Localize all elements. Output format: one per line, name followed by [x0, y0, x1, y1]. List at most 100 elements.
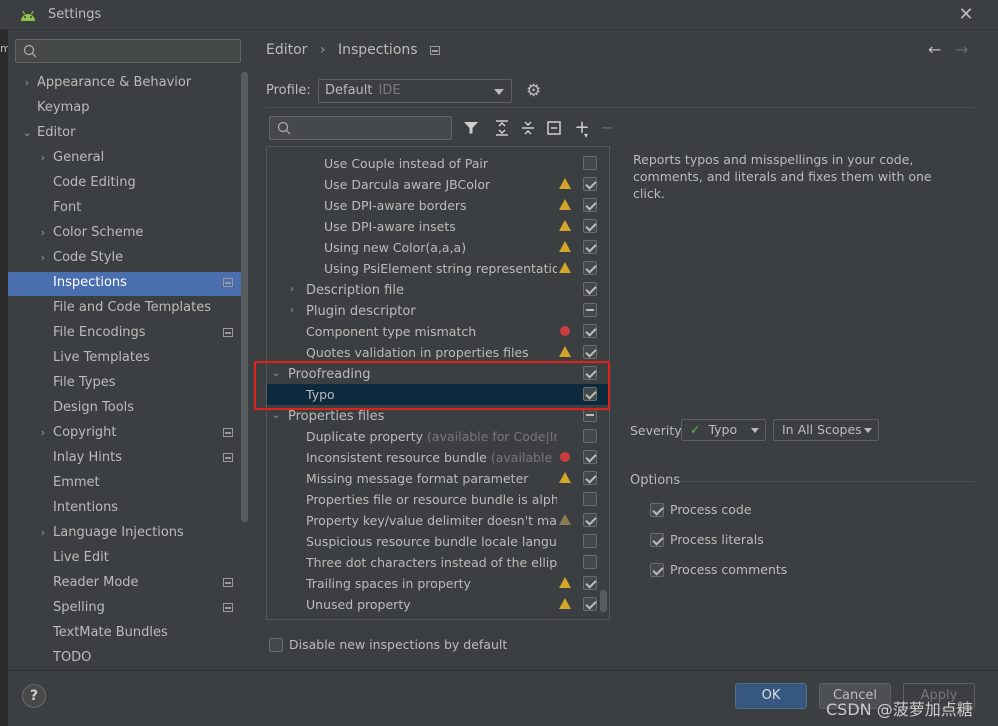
- close-icon[interactable]: ✕: [955, 4, 977, 26]
- collapse-all-icon[interactable]: [518, 118, 538, 138]
- gear-icon[interactable]: ⚙: [526, 82, 544, 100]
- sidebar-item-editor[interactable]: ⌄ Editor: [22, 121, 75, 145]
- inspection-checkbox[interactable]: [583, 450, 597, 464]
- process-literals-checkbox[interactable]: [650, 533, 664, 547]
- inspection-checkbox[interactable]: [583, 555, 597, 569]
- inspection-checkbox[interactable]: [583, 429, 597, 443]
- inspection-row[interactable]: Properties file or resource bundle is al…: [267, 489, 609, 510]
- sidebar-item-general[interactable]: › General: [41, 146, 104, 170]
- inspection-checkbox[interactable]: [583, 282, 597, 296]
- sidebar-item-live-templates[interactable]: Live Templates: [53, 346, 150, 370]
- sidebar-item-appearance-behavior[interactable]: › Appearance & Behavior: [25, 71, 191, 95]
- profile-dropdown[interactable]: Default IDE: [318, 79, 512, 103]
- inspection-row[interactable]: Missing message format parameter: [267, 468, 609, 489]
- sidebar-item-design-tools[interactable]: Design Tools: [53, 396, 134, 420]
- inspection-checkbox[interactable]: [583, 513, 597, 527]
- inspection-row[interactable]: Quotes validation in properties files: [267, 342, 609, 363]
- ok-button[interactable]: OK: [735, 683, 807, 709]
- chevron-right-icon[interactable]: ›: [290, 300, 294, 321]
- forward-arrow-icon[interactable]: →: [955, 40, 968, 59]
- inspection-label: Three dot characters instead of the elli…: [306, 552, 557, 573]
- sidebar-item-textmate-bundles[interactable]: TextMate Bundles: [53, 621, 168, 645]
- sidebar-item-inlay-hints[interactable]: Inlay Hints: [53, 446, 122, 470]
- sidebar-item-copyright[interactable]: › Copyright: [41, 421, 117, 445]
- inspection-filter-input[interactable]: [269, 116, 452, 140]
- disable-new-inspections-checkbox[interactable]: [269, 638, 283, 652]
- inspection-checkbox[interactable]: [583, 576, 597, 590]
- inspection-checkbox[interactable]: [583, 177, 597, 191]
- inspection-row[interactable]: Use DPI-aware borders: [267, 195, 609, 216]
- inspection-label: Unused property: [306, 594, 557, 615]
- sidebar-item-emmet[interactable]: Emmet: [53, 471, 100, 495]
- chevron-right-icon[interactable]: ›: [37, 421, 49, 445]
- inspection-checkbox[interactable]: [583, 198, 597, 212]
- remove-icon[interactable]: −: [597, 118, 617, 138]
- sidebar-item-reader-mode[interactable]: Reader Mode: [53, 571, 139, 595]
- warning-icon: [559, 262, 571, 273]
- chevron-right-icon[interactable]: ›: [37, 221, 49, 245]
- inspection-checkbox[interactable]: [583, 324, 597, 338]
- reset-icon[interactable]: [544, 118, 564, 138]
- chevron-right-icon[interactable]: ›: [37, 146, 49, 170]
- inspection-row[interactable]: Duplicate property(available for Code|In…: [267, 426, 609, 447]
- inspection-row[interactable]: › Plugin descriptor: [267, 300, 609, 321]
- inspection-row[interactable]: Use Couple instead of Pair: [267, 153, 609, 174]
- sidebar-scrollbar[interactable]: [241, 72, 248, 522]
- sidebar-search-input[interactable]: [15, 39, 241, 63]
- inspection-row[interactable]: Unused property: [267, 594, 609, 615]
- inspection-checkbox[interactable]: [583, 156, 597, 170]
- inspection-row[interactable]: Use DPI-aware insets: [267, 216, 609, 237]
- inspection-checkbox[interactable]: [583, 492, 597, 506]
- inspection-row[interactable]: Using new Color(a,a,a): [267, 237, 609, 258]
- inspection-row[interactable]: Suspicious resource bundle locale langua…: [267, 531, 609, 552]
- help-button[interactable]: ?: [22, 684, 46, 708]
- sidebar-item-color-scheme[interactable]: › Color Scheme: [41, 221, 144, 245]
- sidebar-item-file-types[interactable]: File Types: [53, 371, 116, 395]
- chevron-right-icon[interactable]: ›: [37, 246, 49, 270]
- sidebar-item-language-injections[interactable]: › Language Injections: [41, 521, 184, 545]
- sidebar-item-todo[interactable]: TODO: [53, 646, 91, 670]
- filter-icon[interactable]: [461, 118, 481, 138]
- chevron-right-icon[interactable]: ›: [21, 71, 33, 95]
- sidebar-item-intentions[interactable]: Intentions: [53, 496, 118, 520]
- inspection-row[interactable]: Use Darcula aware JBColor: [267, 174, 609, 195]
- process-comments-checkbox[interactable]: [650, 563, 664, 577]
- sidebar-item-code-style[interactable]: › Code Style: [41, 246, 123, 270]
- chevron-down-icon[interactable]: ⌄: [21, 121, 33, 145]
- tree-scrollbar[interactable]: [600, 590, 607, 612]
- sidebar-item-file-encodings[interactable]: File Encodings: [53, 321, 146, 345]
- inspection-label: Use Darcula aware JBColor: [324, 174, 557, 195]
- inspection-checkbox[interactable]: [583, 408, 597, 422]
- chevron-right-icon[interactable]: ›: [290, 279, 294, 300]
- inspection-checkbox[interactable]: [583, 534, 597, 548]
- sidebar-item-label: Font: [53, 200, 82, 215]
- scope-dropdown[interactable]: In All Scopes: [773, 419, 879, 441]
- sidebar-item-spelling[interactable]: Spelling: [53, 596, 105, 620]
- sidebar-item-code-editing[interactable]: Code Editing: [53, 171, 136, 195]
- expand-all-icon[interactable]: [492, 118, 512, 138]
- sidebar-item-file-and-code-templates[interactable]: File and Code Templates: [53, 296, 211, 320]
- inspection-checkbox[interactable]: [583, 597, 597, 611]
- inspection-checkbox[interactable]: [583, 240, 597, 254]
- inspection-row[interactable]: › Description file: [267, 279, 609, 300]
- inspection-row[interactable]: Property key/value delimiter doesn't mat…: [267, 510, 609, 531]
- inspection-checkbox[interactable]: [583, 303, 597, 317]
- sidebar-item-inspections[interactable]: Inspections: [53, 271, 127, 295]
- sidebar-item-keymap[interactable]: Keymap: [37, 96, 89, 120]
- back-arrow-icon[interactable]: ←: [928, 40, 941, 59]
- process-code-checkbox[interactable]: [650, 503, 664, 517]
- inspection-checkbox[interactable]: [583, 261, 597, 275]
- breadcrumb-editor[interactable]: Editor: [266, 42, 307, 58]
- inspection-row[interactable]: Component type mismatch: [267, 321, 609, 342]
- inspection-row[interactable]: Inconsistent resource bundle(available f…: [267, 447, 609, 468]
- inspection-row[interactable]: Using PsiElement string representation t…: [267, 258, 609, 279]
- sidebar-item-font[interactable]: Font: [53, 196, 81, 220]
- severity-dropdown[interactable]: ✓ Typo: [681, 419, 766, 441]
- chevron-right-icon[interactable]: ›: [37, 521, 49, 545]
- inspection-checkbox[interactable]: [583, 471, 597, 485]
- inspection-row[interactable]: Trailing spaces in property: [267, 573, 609, 594]
- inspection-checkbox[interactable]: [583, 219, 597, 233]
- inspection-checkbox[interactable]: [583, 345, 597, 359]
- sidebar-item-live-edit[interactable]: Live Edit: [53, 546, 109, 570]
- inspection-row[interactable]: Three dot characters instead of the elli…: [267, 552, 609, 573]
